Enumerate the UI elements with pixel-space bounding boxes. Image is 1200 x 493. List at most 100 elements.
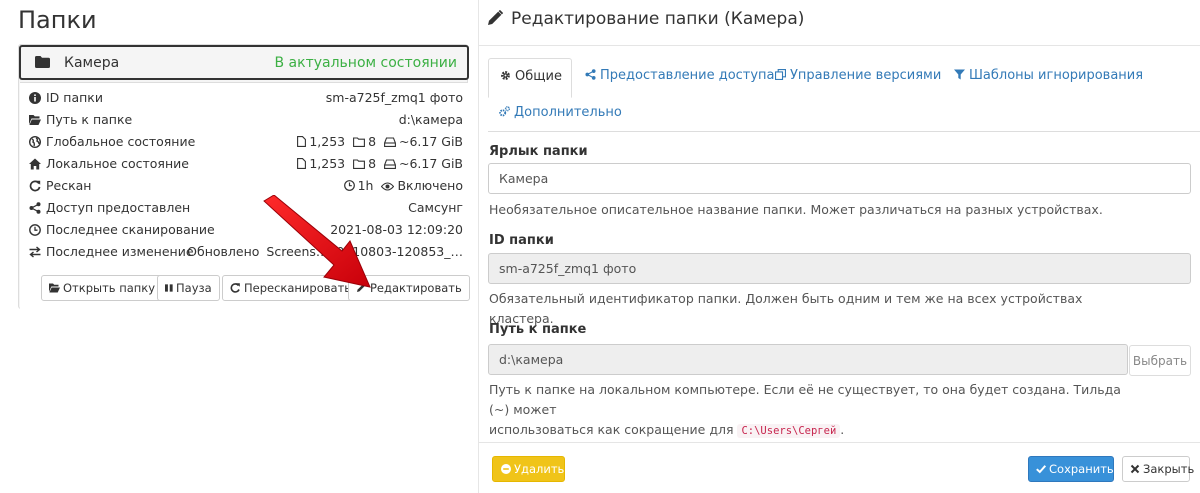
- folder-header[interactable]: Камера В актуальном состоянии: [19, 45, 469, 80]
- row-value: sm-a725f_zmq1 фото: [325, 90, 463, 105]
- folder-icon: [353, 137, 366, 147]
- open-folder-label: Открыть папку: [63, 281, 156, 295]
- gear-icon: [501, 71, 510, 80]
- tab-label: Дополнительно: [514, 105, 622, 120]
- save-button[interactable]: Сохранить: [1028, 456, 1114, 482]
- local-files: 1,253: [309, 156, 346, 171]
- tab-label: Общие: [515, 69, 562, 84]
- local-dirs: 8: [368, 156, 377, 171]
- path-help-line2: использоваться как сокращение для: [489, 422, 734, 437]
- folder-id-title: ID папки: [489, 233, 554, 248]
- folder-icon: [353, 159, 366, 169]
- close-button[interactable]: Закрыть: [1122, 456, 1194, 482]
- save-label: Сохранить: [1049, 462, 1114, 476]
- row-value: Самсунг: [408, 200, 463, 215]
- filter-icon: [954, 69, 965, 80]
- eye-icon: [381, 182, 395, 191]
- row-folder-path: Путь к папке d:\камера: [29, 110, 463, 132]
- row-label: Рескан: [46, 178, 92, 193]
- tab-label: Управление версиями: [790, 68, 942, 83]
- tab-advanced[interactable]: Дополнительно: [488, 95, 633, 130]
- row-value: 1h Включено: [343, 178, 463, 193]
- local-size: ~6.17 GiB: [398, 156, 463, 171]
- path-help-line1: Путь к папке на локальном компьютере. Ес…: [489, 382, 1121, 417]
- row-shared-with: Доступ предоставлен Самсунг: [29, 198, 463, 220]
- row-label: Глобальное состояние: [46, 134, 196, 149]
- share-icon: [585, 69, 596, 80]
- home-icon: [29, 158, 41, 170]
- refresh-icon: [230, 283, 240, 293]
- row-global-state: Глобальное состояние 1,253 8 ~6.17 GiB: [29, 132, 463, 154]
- tab-versioning[interactable]: Управление версиями: [764, 58, 952, 93]
- row-value: 1,253 8 ~6.17 GiB: [297, 156, 463, 171]
- row-folder-id: ID папки sm-a725f_zmq1 фото: [29, 88, 463, 110]
- folder-status: В актуальном состоянии: [274, 55, 458, 71]
- row-label: Путь к папке: [46, 112, 133, 127]
- dialog-title-text: Редактирование папки (Камера): [511, 9, 805, 29]
- footer-divider: [479, 442, 1200, 443]
- folder-label-title: Ярлык папки: [489, 144, 588, 159]
- check-icon: [1036, 465, 1046, 474]
- pause-icon: [165, 284, 173, 292]
- clock-icon: [343, 180, 355, 191]
- row-label: Последнее сканирование: [46, 222, 215, 237]
- global-dirs: 8: [368, 134, 377, 149]
- share-icon: [29, 202, 41, 214]
- delete-button[interactable]: Удалить: [492, 456, 565, 482]
- row-last-scan: Последнее сканирование 2021-08-03 12:09:…: [29, 220, 463, 242]
- folder-path-title: Путь к папке: [489, 322, 587, 337]
- row-last-change: Последнее изменение Обновлено Screens…20…: [29, 242, 463, 264]
- edit-folder-dialog: Редактирование папки (Камера) Общие Пред…: [478, 0, 1200, 493]
- folder-open-icon: [49, 283, 60, 293]
- folder-path-input[interactable]: d:\камера: [488, 344, 1128, 375]
- folder-name: Камера: [64, 55, 120, 71]
- page-title: Папки: [18, 6, 97, 34]
- copy-icon: [775, 69, 786, 80]
- row-label: Доступ предоставлен: [46, 200, 191, 215]
- open-folder-button[interactable]: Открыть папку: [41, 275, 164, 301]
- hdd-icon: [384, 159, 396, 169]
- browse-button[interactable]: Выбрать: [1129, 345, 1191, 376]
- home-path-code: C:\Users\Сергей: [737, 424, 841, 438]
- folder-card: Камера В актуальном состоянии ID папки s…: [18, 44, 470, 309]
- tab-label: Предоставление доступа: [600, 68, 775, 83]
- row-label: Локальное состояние: [46, 156, 189, 171]
- clock-icon: [29, 224, 41, 236]
- pause-button[interactable]: Пауза: [157, 275, 220, 301]
- refresh-icon: [29, 180, 41, 192]
- tab-sharing[interactable]: Предоставление доступа: [574, 58, 786, 93]
- file-icon: [297, 136, 307, 147]
- tab-label: Шаблоны игнорирования: [969, 68, 1144, 83]
- tab-ignore-patterns[interactable]: Шаблоны игнорирования: [943, 58, 1154, 93]
- tab-general[interactable]: Общие: [488, 58, 572, 98]
- tabs-divider: [488, 131, 1200, 132]
- header-divider: [479, 45, 1200, 46]
- minus-circle-icon: [501, 464, 511, 474]
- folder-label-help: Необязательное описательное название пап…: [489, 202, 1103, 217]
- folder-label-input[interactable]: Камера: [488, 163, 1191, 194]
- annotation-arrow: [263, 195, 371, 288]
- folder-open-icon: [29, 115, 41, 125]
- row-value: d:\камера: [398, 112, 463, 127]
- close-icon: [1130, 464, 1140, 474]
- folder-id-input[interactable]: sm-a725f_zmq1 фото: [488, 253, 1191, 284]
- global-size: ~6.17 GiB: [398, 134, 463, 149]
- file-icon: [297, 158, 307, 169]
- close-label: Закрыть: [1143, 462, 1195, 476]
- watch-status: Включено: [397, 178, 463, 193]
- dialog-tabs: Общие Предоставление доступа Управление …: [488, 58, 1198, 132]
- cogs-icon: [499, 106, 510, 117]
- hdd-icon: [384, 137, 396, 147]
- dialog-title: Редактирование папки (Камера): [487, 9, 804, 29]
- edit-label: Редактировать: [370, 281, 462, 295]
- delete-label: Удалить: [514, 462, 565, 476]
- row-rescan: Рескан 1h Включено: [29, 176, 463, 198]
- folder-path-help: Путь к папке на локальном компьютере. Ес…: [489, 380, 1129, 441]
- rescan-interval: 1h: [357, 178, 374, 193]
- pause-label: Пауза: [176, 281, 212, 295]
- folder-icon: [35, 56, 50, 68]
- exchange-icon: [29, 246, 41, 258]
- change-action: Обновлено: [187, 244, 260, 259]
- row-local-state: Локальное состояние 1,253 8 ~6.17 GiB: [29, 154, 463, 176]
- row-label: Последнее изменение: [46, 244, 194, 259]
